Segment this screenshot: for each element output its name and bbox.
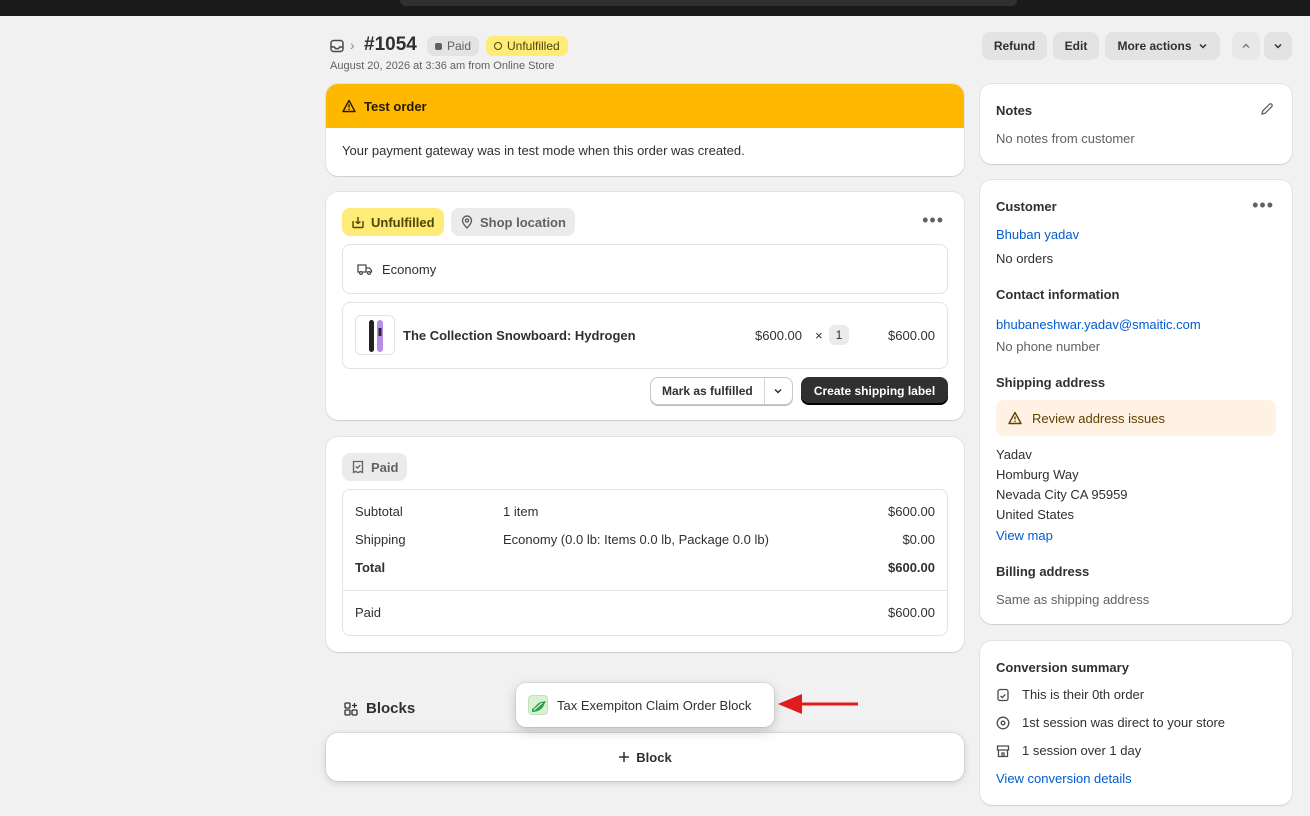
customer-card: Customer ••• Bhuban yadav No orders Cont… — [980, 180, 1292, 624]
fulfillment-menu-icon[interactable]: ••• — [922, 211, 944, 229]
blocks-section-title: Blocks — [344, 700, 415, 717]
payment-row-total: Total $600.00 — [355, 560, 935, 575]
billing-address-text: Same as shipping address — [996, 592, 1150, 607]
create-shipping-label-button[interactable]: Create shipping label — [801, 377, 948, 405]
payment-card: Paid Subtotal 1 item $600.00 Shipping Econo… — [326, 437, 964, 652]
notes-text: No notes from customer — [996, 131, 1135, 146]
address-line: Homburg Way — [996, 467, 1079, 482]
page-title: #1054 — [364, 34, 417, 55]
previous-order-button[interactable] — [1232, 32, 1260, 60]
test-order-banner: Test order Your payment gateway was in t… — [326, 84, 964, 176]
chevron-down-icon — [774, 388, 782, 394]
conversion-row: 1 session over 1 day — [996, 743, 1141, 758]
payment-summary-table: Subtotal 1 item $600.00 Shipping Economy (0… — [342, 489, 948, 636]
conversion-title: Conversion summary — [996, 660, 1129, 675]
chevron-up-icon — [1242, 43, 1250, 49]
customer-title: Customer — [996, 199, 1057, 214]
view-conversion-details-link[interactable]: View conversion details — [996, 771, 1132, 786]
test-order-header: Test order — [326, 84, 964, 128]
product-quantity: 1 — [829, 325, 849, 345]
storefront-icon — [996, 744, 1010, 757]
product-line-total: $600.00 — [888, 328, 935, 343]
location-pin-icon — [461, 215, 473, 229]
unfulfilled-chip: Unfulfilled — [342, 208, 444, 236]
billing-address-title: Billing address — [996, 564, 1090, 579]
address-line: Yadav — [996, 447, 1032, 462]
conversion-row: This is their 0th order — [996, 687, 1144, 702]
shipping-method-label: Economy — [382, 261, 437, 277]
address-line: United States — [996, 507, 1075, 522]
receipt-check-icon — [352, 460, 364, 474]
payment-divider — [343, 590, 947, 591]
add-block-button[interactable]: Block — [326, 733, 964, 781]
orders-inbox-icon[interactable] — [330, 39, 344, 53]
payment-row-shipping: Shipping Economy (0.0 lb: Items 0.0 lb, P… — [355, 532, 935, 547]
customer-phone: No phone number — [996, 339, 1101, 354]
multiply-sign: × — [815, 328, 823, 343]
product-name[interactable]: The Collection Snowboard: Hydrogen — [403, 328, 636, 343]
test-order-title: Test order — [364, 98, 427, 114]
conversion-row: 1st session was direct to your store — [996, 715, 1225, 730]
product-unit-price: $600.00 — [755, 328, 802, 343]
more-actions-button[interactable]: More actions — [1105, 32, 1220, 60]
customer-menu-icon[interactable]: ••• — [1252, 196, 1274, 214]
fulfillment-status-badge: Unfulfilled — [486, 36, 568, 56]
mark-as-fulfilled-button[interactable]: Mark as fulfilled — [651, 378, 765, 404]
plus-icon — [619, 752, 630, 762]
fulfillment-box-icon — [352, 217, 364, 229]
address-line: Nevada City CA 95959 — [996, 487, 1128, 502]
shop-location-chip[interactable]: Shop location — [451, 208, 575, 236]
warning-icon — [1008, 411, 1022, 425]
warning-icon — [342, 99, 356, 113]
payment-status-badge: Paid — [427, 36, 480, 56]
breadcrumb-chevron-icon: › — [350, 37, 355, 53]
badge-ring-icon — [494, 42, 502, 50]
conversion-summary-card: Conversion summary This is their 0th ord… — [980, 641, 1292, 805]
delivery-truck-icon — [357, 264, 373, 276]
chevron-down-icon — [1198, 43, 1207, 49]
line-item: The Collection Snowboard: Hydrogen $600.… — [342, 302, 948, 369]
next-order-button[interactable] — [1264, 32, 1292, 60]
refund-button[interactable]: Refund — [982, 32, 1047, 60]
shipping-address-title: Shipping address — [996, 375, 1106, 390]
customer-email-link[interactable]: bhubaneshwar.yadav@smaitic.com — [996, 317, 1201, 332]
search-bar[interactable] — [400, 0, 1017, 6]
shipping-method-row: Economy — [342, 244, 948, 294]
test-order-message: Your payment gateway was in test mode wh… — [342, 143, 745, 158]
fulfillment-card: Unfulfilled Shop location ••• Economy Th… — [326, 192, 964, 420]
blocks-icon — [344, 701, 358, 716]
edit-button[interactable]: Edit — [1053, 32, 1099, 60]
fulfill-options-button[interactable] — [765, 378, 792, 404]
contact-info-title: Contact information — [996, 287, 1120, 302]
notes-card: Notes No notes from customer — [980, 84, 1292, 164]
notes-title: Notes — [996, 103, 1033, 118]
customer-orders-count: No orders — [996, 251, 1054, 266]
badge-dot-icon — [435, 42, 442, 50]
chevron-down-icon — [1274, 43, 1282, 49]
eye-session-icon — [996, 716, 1010, 729]
review-address-banner[interactable]: Review address issues — [996, 400, 1276, 436]
order-subline: August 20, 2026 at 3:36 am from Online S… — [330, 60, 555, 72]
payment-row-subtotal: Subtotal 1 item $600.00 — [355, 504, 935, 519]
paid-chip: Paid — [342, 453, 408, 481]
view-map-link[interactable]: View map — [996, 528, 1053, 543]
product-thumbnail[interactable] — [355, 315, 395, 355]
order-history-icon — [997, 688, 1009, 701]
customer-name-link[interactable]: Bhuban yadav — [996, 227, 1079, 242]
top-bar — [0, 0, 1310, 16]
app-block-label: Tax Exempiton Claim Order Block — [557, 697, 752, 713]
tax-app-icon — [528, 695, 548, 715]
payment-row-paid: Paid $600.00 — [355, 605, 935, 620]
annotation-arrow-icon — [778, 694, 858, 714]
app-block-option[interactable]: Tax Exempiton Claim Order Block — [516, 683, 774, 727]
pencil-edit-icon[interactable] — [1260, 102, 1274, 116]
mark-fulfilled-split-button: Mark as fulfilled — [650, 377, 793, 405]
